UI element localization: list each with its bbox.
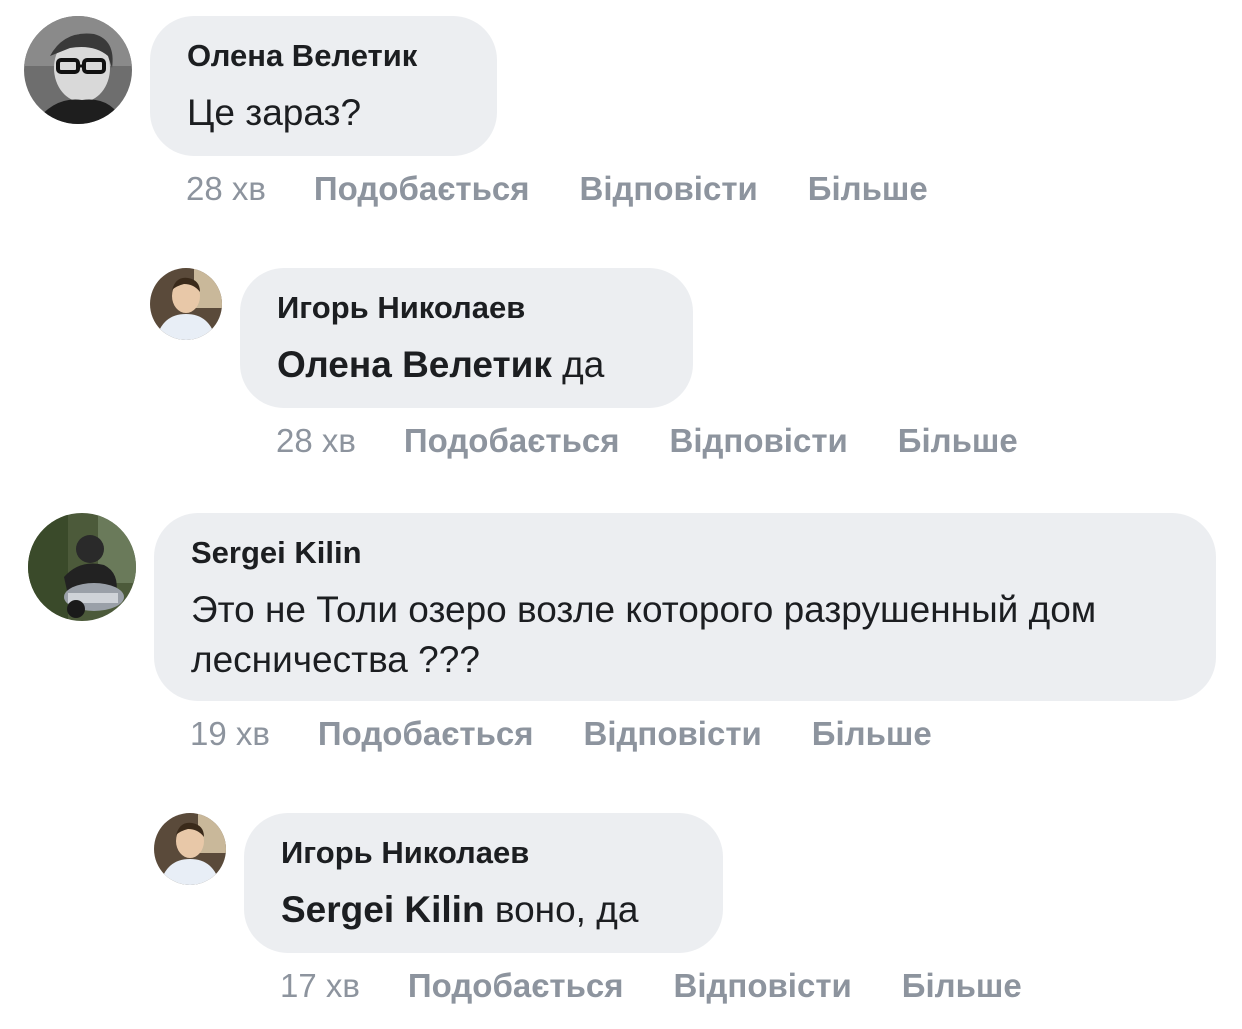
- comment-text: Это не Толи озеро возле которого разруше…: [191, 589, 1097, 680]
- more-button[interactable]: Більше: [812, 715, 932, 753]
- comment-actions: 19 хв Подобається Відповісти Більше: [190, 715, 932, 753]
- reply-button[interactable]: Відповісти: [673, 967, 851, 1005]
- like-button[interactable]: Подобається: [408, 967, 624, 1005]
- like-button[interactable]: Подобається: [314, 170, 530, 208]
- avatar[interactable]: [24, 16, 132, 124]
- comment-time[interactable]: 28 хв: [186, 170, 266, 208]
- reply-button[interactable]: Відповісти: [579, 170, 757, 208]
- like-button[interactable]: Подобається: [318, 715, 534, 753]
- comment-text: Це зараз?: [187, 92, 362, 133]
- avatar[interactable]: [154, 813, 226, 885]
- comment-author[interactable]: Sergei Kilin: [191, 535, 362, 571]
- comment-bubble: Олена Велетик Це зараз?: [150, 16, 497, 156]
- comment-actions: 28 хв Подобається Відповісти Більше: [276, 422, 1018, 460]
- like-button[interactable]: Подобається: [404, 422, 620, 460]
- reply-button[interactable]: Відповісти: [669, 422, 847, 460]
- comment-time[interactable]: 19 хв: [190, 715, 270, 753]
- comment-actions: 17 хв Подобається Відповісти Більше: [280, 967, 1022, 1005]
- comment-author[interactable]: Игорь Николаев: [277, 290, 525, 326]
- comment-text: Олена Велетик да: [277, 340, 604, 390]
- comment-time[interactable]: 28 хв: [276, 422, 356, 460]
- comment-text: Sergei Kilin воно, да: [281, 885, 638, 935]
- comment-text-body: воно, да: [484, 889, 639, 930]
- reply-button[interactable]: Відповісти: [583, 715, 761, 753]
- more-button[interactable]: Більше: [808, 170, 928, 208]
- comment-text-body: да: [551, 344, 605, 385]
- comment-author[interactable]: Олена Велетик: [187, 38, 417, 74]
- avatar[interactable]: [150, 268, 222, 340]
- mention-link[interactable]: Олена Велетик: [277, 344, 552, 385]
- comment-author[interactable]: Игорь Николаев: [281, 835, 529, 871]
- comment-actions: 28 хв Подобається Відповісти Більше: [186, 170, 928, 208]
- comment-bubble: Игорь Николаев Олена Велетик да: [240, 268, 693, 408]
- more-button[interactable]: Більше: [898, 422, 1018, 460]
- mention-link[interactable]: Sergei Kilin: [281, 889, 485, 930]
- avatar[interactable]: [28, 513, 136, 621]
- comment-time[interactable]: 17 хв: [280, 967, 360, 1005]
- comment-bubble: Игорь Николаев Sergei Kilin воно, да: [244, 813, 723, 953]
- more-button[interactable]: Більше: [902, 967, 1022, 1005]
- comment-bubble: Sergei Kilin Это не Толи озеро возле кот…: [154, 513, 1216, 701]
